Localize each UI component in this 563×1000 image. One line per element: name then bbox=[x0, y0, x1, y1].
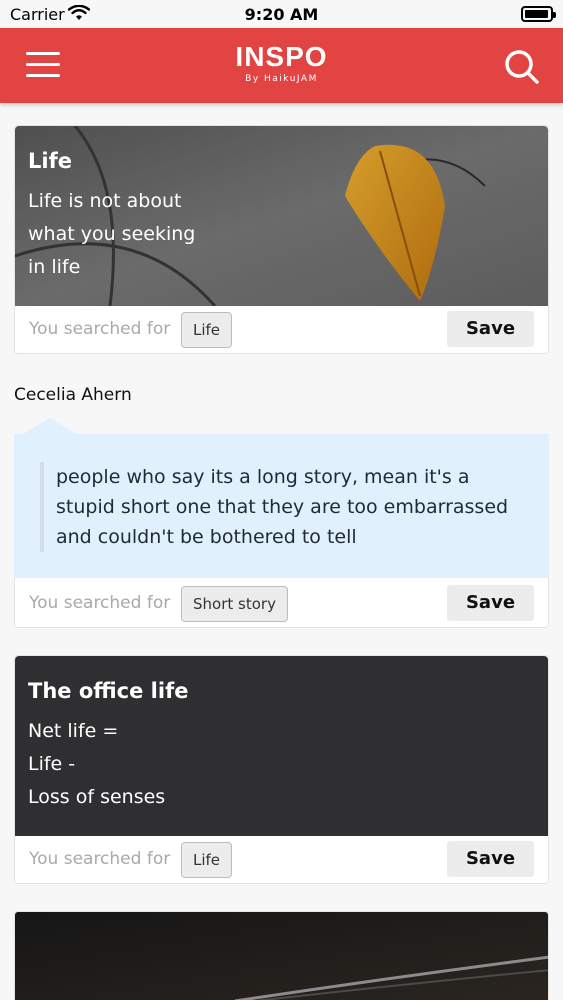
searched-for-label: You searched for bbox=[29, 849, 171, 869]
card-body-line: Net life = bbox=[28, 720, 119, 742]
card-footer: You searched for Short story Save bbox=[15, 579, 548, 627]
status-bar: Carrier 9:20 AM bbox=[0, 0, 563, 28]
card-body-line: Life - bbox=[28, 753, 76, 775]
quote-bar bbox=[40, 462, 44, 552]
card-body-line: Loss of senses bbox=[28, 786, 166, 808]
searched-for-label: You searched for bbox=[29, 319, 171, 339]
inspo-card bbox=[14, 911, 549, 1000]
card-footer: You searched for Life Save bbox=[15, 835, 548, 883]
card-body: Net life = Life - Loss of senses bbox=[28, 715, 165, 814]
search-icon[interactable] bbox=[503, 48, 539, 84]
quote-author: Cecelia Ahern bbox=[14, 385, 132, 405]
search-tag[interactable]: Short story bbox=[181, 586, 288, 622]
card-body-line: Life is not about bbox=[28, 190, 182, 212]
card-body-line: in life bbox=[28, 256, 81, 278]
app-subtitle: By HaikuJAM bbox=[245, 74, 318, 84]
card-title: The office life bbox=[28, 679, 189, 703]
save-button[interactable]: Save bbox=[447, 311, 534, 347]
quote-text: people who say its a long story, mean it… bbox=[56, 466, 509, 548]
card-footer: You searched for Life Save bbox=[15, 305, 548, 353]
card-image[interactable]: The office life Net life = Life - Loss o… bbox=[15, 656, 548, 836]
clock: 9:20 AM bbox=[244, 5, 319, 24]
search-tag[interactable]: Life bbox=[181, 312, 233, 348]
card-title: Life bbox=[28, 149, 72, 173]
card-image[interactable]: Life Life is not about what you seeking … bbox=[15, 126, 548, 306]
battery-icon bbox=[521, 6, 556, 22]
card-image[interactable] bbox=[15, 912, 549, 1000]
quote-content[interactable]: people who say its a long story, mean it… bbox=[14, 434, 549, 578]
card-body: Life is not about what you seeking in li… bbox=[28, 185, 195, 284]
search-tag[interactable]: Life bbox=[181, 842, 233, 878]
save-button[interactable]: Save bbox=[447, 841, 534, 877]
app-title: INSPO bbox=[235, 41, 328, 72]
app-header: INSPO By HaikuJAM bbox=[0, 28, 563, 103]
inspo-card: The office life Net life = Life - Loss o… bbox=[14, 655, 549, 884]
inspo-card: Life Life is not about what you seeking … bbox=[14, 125, 549, 354]
card-body-line: what you seeking bbox=[28, 223, 196, 245]
app-logo: INSPO By HaikuJAM bbox=[0, 41, 563, 85]
save-button[interactable]: Save bbox=[447, 585, 534, 621]
searched-for-label: You searched for bbox=[29, 593, 171, 613]
